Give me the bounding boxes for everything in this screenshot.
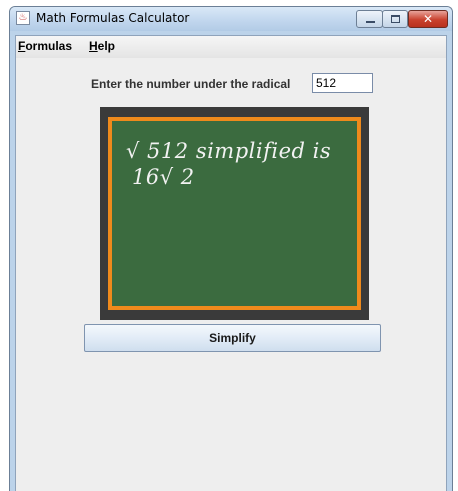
- content-pane: Formulas Help Enter the number under the…: [15, 35, 447, 491]
- chalkboard-frame: √ 512 simplified is 16√ 2: [100, 107, 369, 320]
- close-icon: ✕: [422, 12, 434, 26]
- maximize-button[interactable]: [382, 10, 408, 28]
- menu-help-label: elp: [97, 39, 116, 53]
- title-bar[interactable]: ♨ Math Formulas Calculator ✕: [10, 7, 452, 31]
- radical-input[interactable]: [312, 73, 373, 93]
- java-app-icon[interactable]: ♨: [16, 11, 30, 25]
- menu-formulas-label: ormulas: [25, 39, 73, 53]
- menu-formulas[interactable]: Formulas: [18, 39, 72, 53]
- menu-help-mnemonic: H: [89, 39, 98, 53]
- result-line-1: √ 512 simplified is: [126, 139, 332, 163]
- menu-help[interactable]: Help: [89, 39, 115, 53]
- chalkboard: √ 512 simplified is 16√ 2: [108, 117, 361, 310]
- radical-prompt-label: Enter the number under the radical: [91, 77, 291, 91]
- app-window: ♨ Math Formulas Calculator ✕ Formulas He…: [9, 6, 453, 491]
- maximize-icon: [391, 15, 400, 23]
- window-title: Math Formulas Calculator: [36, 11, 190, 25]
- minimize-icon: [366, 21, 375, 23]
- close-button[interactable]: ✕: [408, 10, 448, 28]
- menu-bar: Formulas Help: [16, 36, 446, 58]
- simplify-button[interactable]: Simplify: [84, 324, 381, 352]
- result-line-2: 16√ 2: [132, 165, 195, 189]
- minimize-button[interactable]: [356, 10, 383, 28]
